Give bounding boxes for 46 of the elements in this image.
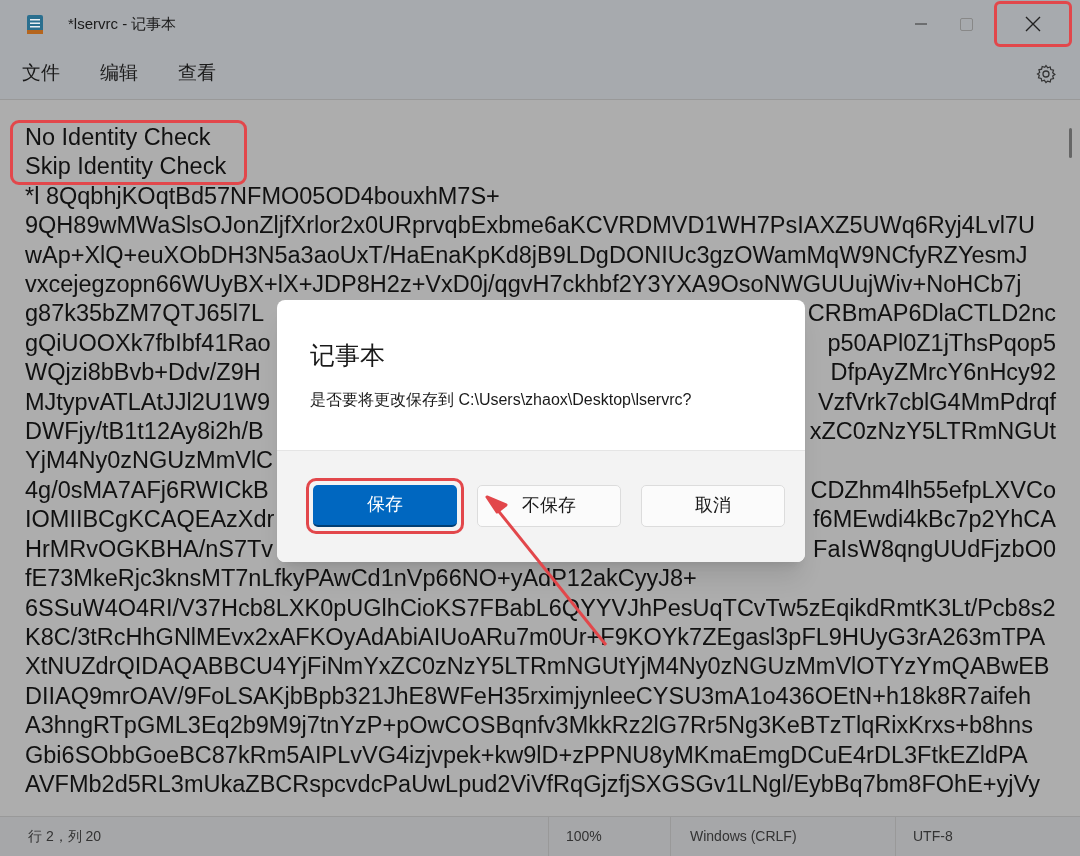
text-line: YjM4Ny0zNGUzMmVlC [25,446,274,476]
text-line: xZC0zNzY5LTRmNGUt [809,417,1056,447]
line-ending: Windows (CRLF) [690,827,798,846]
cursor-position: 行 2，列 20 [28,827,103,846]
text-line: AVFMb2d5RL3mUkaZBCRspcvdcPaUwLpud2ViVfRqGjzfjSXGSGv1LNgl/EybBq7bm8FOhE+yjVy [25,769,1041,799]
text-line: wAp+XlQ+euXObDH3N5a3aoUxT/HaEnaKpKd8jB9LDgDONIUc3gzOWamMqW9NCfyRZYesmJ [25,240,1028,270]
text-line: XtNUZdrQIDAQABBCU4YjFiNmYxZC0zNzY5LTRmNGUtYjM4Ny0zNGUzMmVlOTYzYmQABwEB [25,652,1050,682]
text-line: No Identity Check [25,123,211,152]
text-line: DfpAyZMrcY6nHcy92 [830,358,1056,388]
maximize-icon[interactable] [960,17,973,31]
text-line: DWFjy/tB1t12Ay8i2h/B [25,417,264,447]
text-line: 4g/0sMA7AFj6RWICkB [25,475,269,505]
text-line: gQiUOOXk7fbIbf41Rao [25,328,271,358]
text-line: *l 8QqbhjKOqtBd57NFMO05OD4bouxhM7S+ [25,181,500,211]
text-line: IOMIIBCgKCAQEAzXdr [25,505,275,535]
dialog-button[interactable]: 取消 [641,484,785,527]
text-line: vxcejegzopn66WUyBX+lX+JDP8H2z+VxD0j/qgvH7ckhbf2Y3YXA9OsoNWGUUujWiv+NoHCb7j [25,270,1022,300]
text-line: A3hngRTpGML3Eq2b9M9j7tnYzP+pOwCOSBqnfv3MkkRz2lG7Rr5Ng3KeBTzTlqRixKrxs+b8hns [25,711,1033,741]
notepad-icon [26,13,44,35]
menu-item[interactable]: 文件 [8,55,74,92]
dialog-title: 记事本 [310,340,386,370]
text-line: WQjzi8bBvb+Ddv/Z9H [25,358,261,388]
dialog-message: 是否要将更改保存到 C:\Users\zhaox\Desktop\lservrc? [310,390,693,410]
menu-item[interactable]: 查看 [164,55,230,92]
encoding: UTF-8 [913,827,953,846]
settings-icon[interactable] [1036,63,1056,84]
zoom-level: 100% [566,827,603,846]
text-line: g87k35bZM7QTJ65l7L [25,299,265,329]
text-line: 9QH89wMWaSlsOJonZljfXrlor2x0URprvqbExbme6aKCVRDMVD1WH7PsIAXZ5UWq6Ryj4Lvl7U [25,211,1035,241]
scrollbar-thumb[interactable] [1069,128,1072,158]
text-line: VzfVrk7cblG4MmPdrqf [817,387,1056,417]
menu-item[interactable]: 编辑 [86,55,152,92]
text-line: FaIsW8qngUUdFjzbO0 [813,534,1056,564]
close-icon[interactable] [1025,16,1041,32]
text-line: Skip Identity Check [25,152,227,182]
text-line: CRBmAP6DlaCTLD2nc [807,299,1056,329]
text-line: p50APl0Z1jThsPqop5 [827,328,1056,358]
text-line: f6MEwdi4kBc7p2YhCA [813,505,1056,535]
text-line: Gbi6SObbGoeBC87kRm5AIPLvVG4izjvpek+kw9lD+zPPNU8yMKmaEmgDCuE4rDL3FtkEZldPA [25,740,1028,770]
text-line: CDZhm4lh55efpLXVCo [810,475,1056,505]
text-line: MJtypvATLAtJJl2U1W9 [25,387,271,417]
save-button[interactable]: 保存 [313,484,457,527]
window-title: *lservrc - 记事本 [68,13,177,34]
text-line: HrMRvOGKBHA/nS7Tv [25,534,274,564]
dialog-button[interactable]: 不保存 [477,484,621,527]
text-line: DIIAQ9mrOAV/9FoLSAKjbBpb321JhE8WFeH35rximjynleeCYSU3mA1o436OEtN+h18k8R7aifeh [25,681,1031,711]
